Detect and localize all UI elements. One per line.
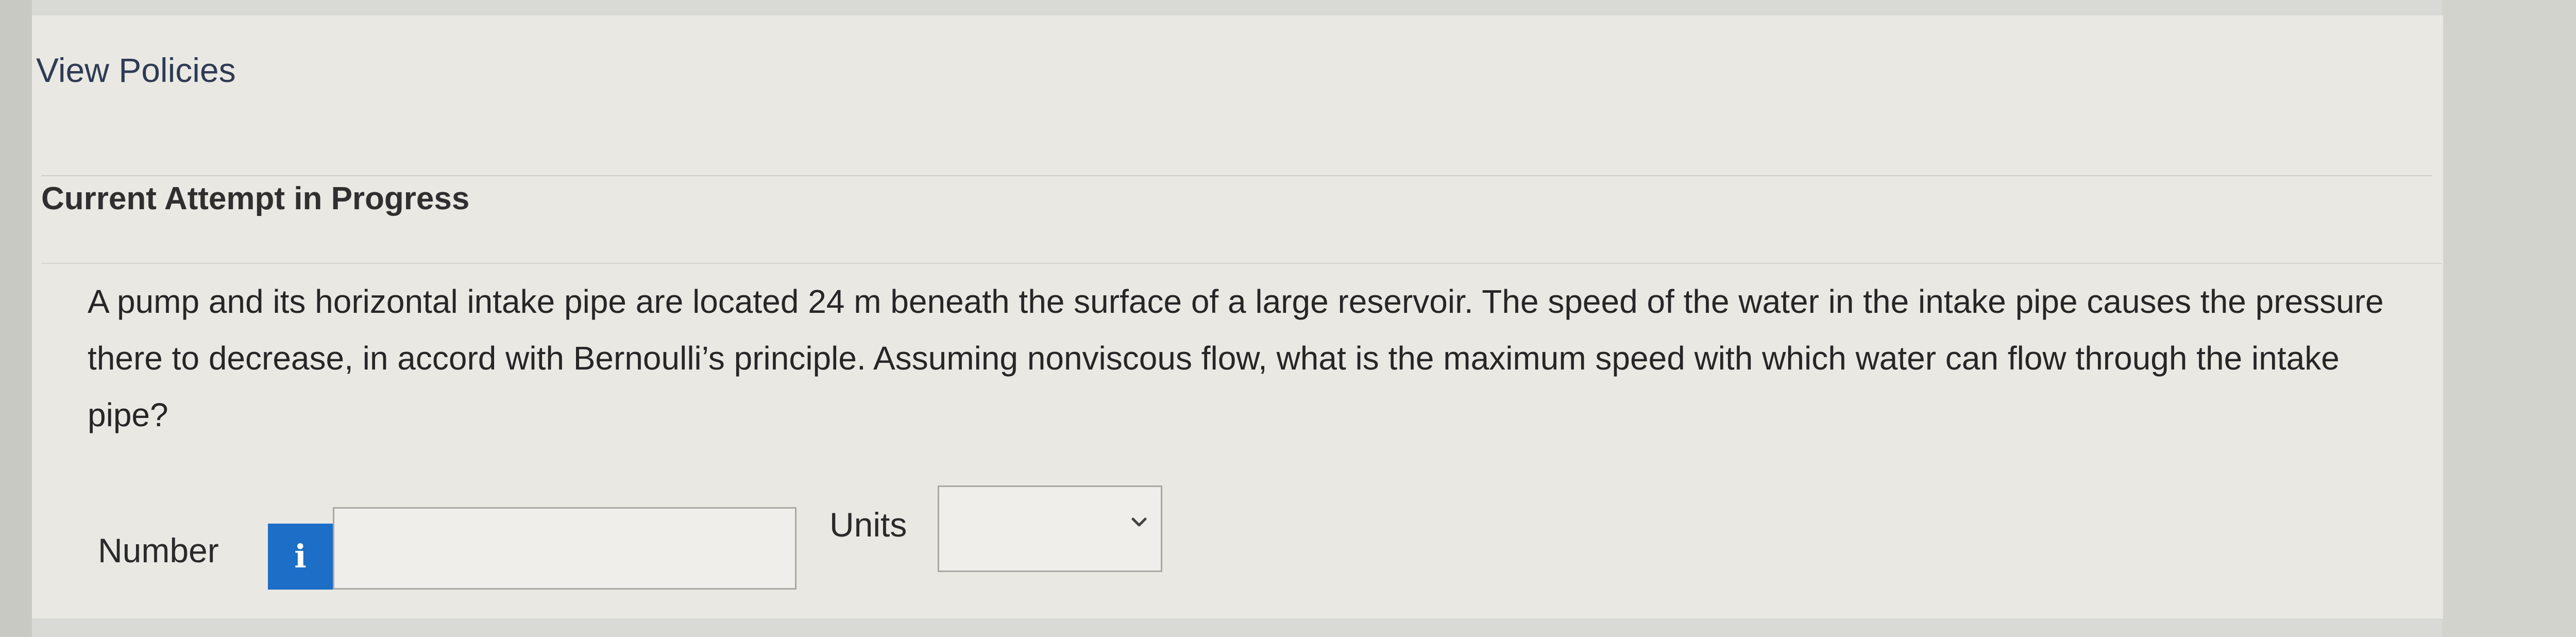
page-left-edge bbox=[0, 0, 32, 637]
number-input[interactable] bbox=[333, 507, 796, 590]
units-label: Units bbox=[829, 506, 907, 544]
units-dropdown[interactable] bbox=[938, 485, 1162, 572]
question-text: A pump and its horizontal intake pipe ar… bbox=[88, 283, 2384, 433]
attempt-status-label: Current Attempt in Progress bbox=[41, 181, 470, 216]
question-divider bbox=[41, 263, 2442, 264]
chevron-down-icon bbox=[1131, 517, 1147, 527]
header-divider bbox=[41, 175, 2432, 176]
answer-row: Number i Units bbox=[98, 485, 1231, 593]
page-right-edge bbox=[2442, 0, 2576, 637]
number-label: Number bbox=[98, 531, 219, 569]
info-icon[interactable]: i bbox=[268, 524, 333, 590]
view-policies-link[interactable]: View Policies bbox=[36, 51, 236, 90]
